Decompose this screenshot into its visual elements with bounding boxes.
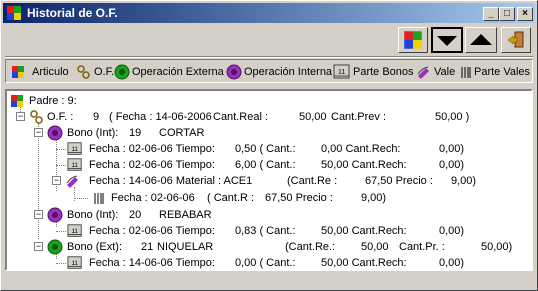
arrow-down-icon [437, 36, 457, 46]
tree-connector [74, 198, 88, 199]
svg-text:11: 11 [71, 162, 78, 169]
articulo-tool-button[interactable] [398, 27, 428, 53]
svg-text:11: 11 [71, 228, 78, 235]
app-icon [7, 6, 21, 20]
tree-node-parte-vale[interactable]: Fecha : 02-06-06 ( Cant.R : 67,50 Precio… [91, 190, 421, 206]
tree-node-vale[interactable]: Fecha : 14-06-06 Material : ACE1 (Cant.R… [65, 173, 515, 189]
legend-of: O.F. [76, 63, 114, 81]
operacion-externa-icon [47, 239, 63, 255]
arrow-up-icon [470, 34, 492, 45]
collapse-toggle[interactable]: − [34, 242, 43, 251]
legend-parte-bonos: 11 Parte Bonos [333, 63, 414, 81]
collapse-toggle[interactable]: − [34, 210, 43, 219]
collapse-toggle[interactable]: − [16, 112, 25, 121]
parte-bonos-icon: 11 [67, 224, 82, 237]
of-icon [30, 110, 43, 124]
articulo-icon [12, 66, 24, 78]
operacion-interna-icon [47, 207, 63, 223]
legend-articulo: Articulo [10, 63, 69, 81]
exit-door-icon [507, 31, 524, 48]
maximize-button[interactable]: □ [499, 7, 515, 21]
tree-node-of[interactable]: O.F. : 9 ( Fecha : 14-06-2006 Cant.Real … [29, 109, 519, 125]
articulo-icon [404, 31, 422, 49]
title-bar[interactable]: Historial de O.F. _ □ × [3, 3, 535, 23]
history-tree[interactable]: Padre : 9: − O.F. : 9 ( Fecha : 14-06-20… [5, 89, 533, 271]
historial-window: Historial de O.F. _ □ × Articulo O.F. Op… [0, 0, 538, 291]
articulo-icon [11, 95, 23, 107]
legend-bar: Articulo O.F. Operación Externa Operació… [5, 59, 533, 83]
svg-text:11: 11 [71, 146, 78, 153]
tree-connector [56, 165, 66, 166]
parte-bonos-icon: 11 [67, 256, 82, 269]
collapse-toggle[interactable]: − [52, 176, 61, 185]
tree-node-parte-bono[interactable]: 11 Fecha : 02-06-06 Tiempo: 0,83 ( Cant.… [67, 223, 507, 239]
of-icon [77, 65, 90, 79]
legend-parte-vales: Parte Vales [460, 63, 530, 81]
svg-text:11: 11 [338, 69, 345, 76]
tree-node-parte-bono[interactable]: 11 Fecha : 14-06-06 Tiempo: 0,00 ( Cant.… [67, 255, 507, 271]
parte-vales-icon [461, 67, 471, 78]
move-up-button[interactable] [465, 27, 497, 53]
tree-connector [56, 263, 66, 264]
collapse-toggle[interactable]: − [34, 128, 43, 137]
operacion-interna-icon [226, 64, 242, 80]
legend-vale: Vale [416, 63, 455, 81]
operacion-interna-icon [47, 125, 63, 141]
exit-button[interactable] [501, 27, 531, 53]
tree-node-bono-21[interactable]: Bono (Ext): 21 NIQUELAR (Cant.Re.: 50,00… [47, 239, 527, 255]
move-down-button[interactable] [431, 27, 463, 53]
operacion-externa-icon [114, 64, 130, 80]
svg-text:11: 11 [71, 260, 78, 267]
close-button[interactable]: × [517, 7, 533, 21]
legend-operacion-interna: Operación Interna [226, 63, 332, 81]
tree-connector [38, 123, 39, 239]
tree-node-parte-bono[interactable]: 11 Fecha : 02-06-06 Tiempo: 6,00 ( Cant.… [67, 157, 507, 173]
window-title: Historial de O.F. [27, 6, 118, 20]
parte-bonos-icon: 11 [67, 158, 82, 171]
vale-icon [417, 66, 429, 79]
parte-vales-icon [94, 193, 104, 204]
vale-icon [66, 175, 78, 188]
legend-operacion-externa: Operación Externa [114, 63, 224, 81]
toolbar-separator [5, 56, 533, 58]
tree-connector [56, 231, 66, 232]
parte-bonos-icon: 11 [67, 142, 82, 155]
tree-connector [56, 149, 66, 150]
minimize-button[interactable]: _ [483, 7, 499, 21]
tree-node-parte-bono[interactable]: 11 Fecha : 02-06-06 Tiempo: 0,50 ( Cant.… [67, 141, 507, 157]
parte-bonos-icon: 11 [333, 64, 350, 79]
